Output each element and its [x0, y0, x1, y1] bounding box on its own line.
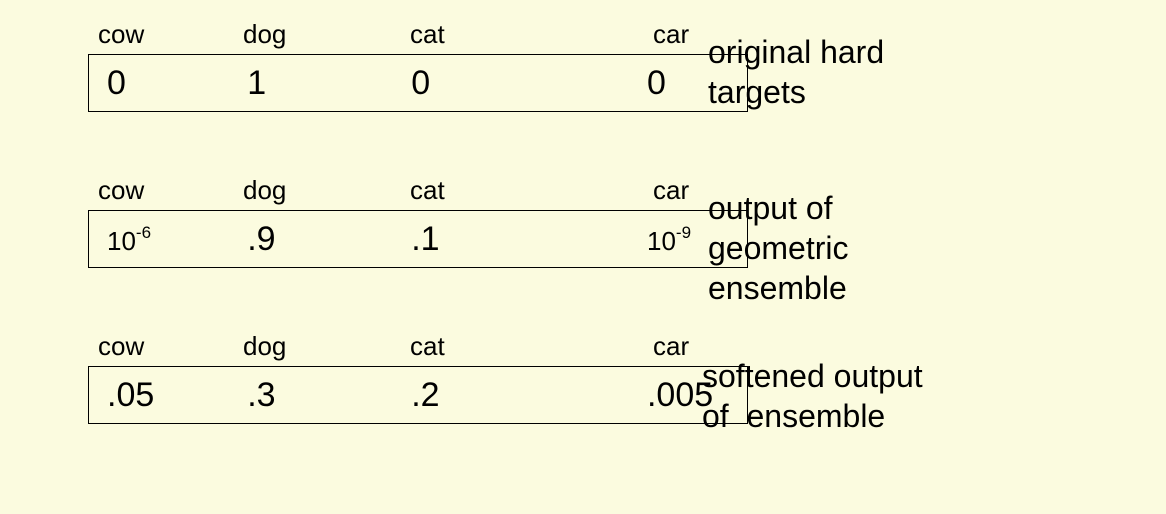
col-header: cow: [88, 331, 238, 362]
value-cell: 10-6: [89, 220, 237, 259]
col-header: dog: [238, 19, 398, 50]
row-softened-output: cow dog cat car .05 .3 .2 .005: [88, 330, 1166, 424]
value-cell: .1: [395, 220, 647, 259]
value-cell: .05: [89, 376, 237, 415]
row-description: softened outputof ensemble: [702, 356, 923, 436]
value-cell: 1: [237, 64, 395, 103]
value-cell: 0: [395, 64, 647, 103]
value-cell: 0: [89, 64, 237, 103]
values-box: .05 .3 .2 .005: [88, 366, 748, 424]
row-description: original hardtargets: [708, 32, 884, 112]
row-description: output ofgeometricensemble: [708, 188, 849, 308]
value-cell: .3: [237, 376, 395, 415]
column-labels: cow dog cat car: [88, 174, 1166, 206]
row-hard-targets: cow dog cat car 0 1 0 0: [88, 18, 1166, 112]
value-cell: .9: [237, 220, 395, 259]
values-box: 0 1 0 0: [88, 54, 748, 112]
col-header: cat: [398, 331, 653, 362]
col-header: cow: [88, 175, 238, 206]
column-labels: cow dog cat car: [88, 330, 1166, 362]
col-header: cow: [88, 19, 238, 50]
col-header: dog: [238, 175, 398, 206]
col-header: cat: [398, 19, 653, 50]
col-header: cat: [398, 175, 653, 206]
column-labels: cow dog cat car: [88, 18, 1166, 50]
row-geometric-ensemble: cow dog cat car 10-6 .9 .1 10-9: [88, 174, 1166, 268]
col-header: dog: [238, 331, 398, 362]
value-cell: .2: [395, 376, 647, 415]
values-box: 10-6 .9 .1 10-9: [88, 210, 748, 268]
